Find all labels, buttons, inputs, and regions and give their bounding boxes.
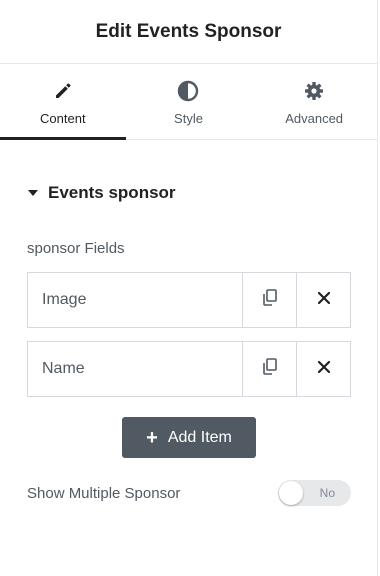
tab-advanced[interactable]: Advanced bbox=[251, 64, 377, 139]
gear-icon bbox=[303, 80, 325, 102]
repeater-item: Image bbox=[27, 272, 351, 328]
switch-label: Show Multiple Sponsor bbox=[27, 484, 181, 502]
copy-icon bbox=[262, 358, 278, 380]
panel-tabs: Content Style Advanced bbox=[0, 64, 377, 140]
remove-button[interactable] bbox=[296, 273, 350, 327]
add-item-label: Add Item bbox=[167, 428, 232, 446]
tab-label: Content bbox=[40, 111, 86, 126]
add-item-button[interactable]: + Add Item bbox=[122, 417, 256, 458]
close-icon bbox=[317, 360, 331, 379]
repeater-item: Name bbox=[27, 341, 351, 397]
section-toggle-events-sponsor[interactable]: Events sponsor bbox=[28, 183, 176, 203]
repeater-item-title[interactable]: Name bbox=[28, 342, 242, 396]
show-multiple-sponsor-toggle[interactable]: No bbox=[278, 480, 351, 506]
page-title: Edit Events Sponsor bbox=[95, 20, 282, 42]
toggle-state-text: No bbox=[319, 486, 335, 500]
repeater-label: sponsor Fields bbox=[27, 240, 125, 257]
remove-button[interactable] bbox=[296, 342, 350, 396]
duplicate-button[interactable] bbox=[242, 342, 296, 396]
contrast-icon bbox=[177, 80, 199, 102]
duplicate-button[interactable] bbox=[242, 273, 296, 327]
plus-icon: + bbox=[146, 426, 158, 449]
caret-down-icon bbox=[28, 190, 38, 196]
panel-header: Edit Events Sponsor bbox=[0, 0, 377, 64]
toggle-knob bbox=[279, 481, 303, 505]
tab-content[interactable]: Content bbox=[0, 64, 126, 140]
section-title: Events sponsor bbox=[48, 183, 176, 202]
copy-icon bbox=[262, 289, 278, 311]
show-multiple-sponsor-control: Show Multiple Sponsor No bbox=[27, 480, 351, 506]
tab-label: Style bbox=[174, 111, 203, 126]
close-icon bbox=[317, 291, 331, 310]
pencil-icon bbox=[52, 80, 74, 102]
repeater-item-title[interactable]: Image bbox=[28, 273, 242, 327]
tab-style[interactable]: Style bbox=[126, 64, 252, 139]
editor-panel: Edit Events Sponsor Content Style Advanc… bbox=[0, 0, 377, 576]
tab-label: Advanced bbox=[285, 111, 344, 126]
